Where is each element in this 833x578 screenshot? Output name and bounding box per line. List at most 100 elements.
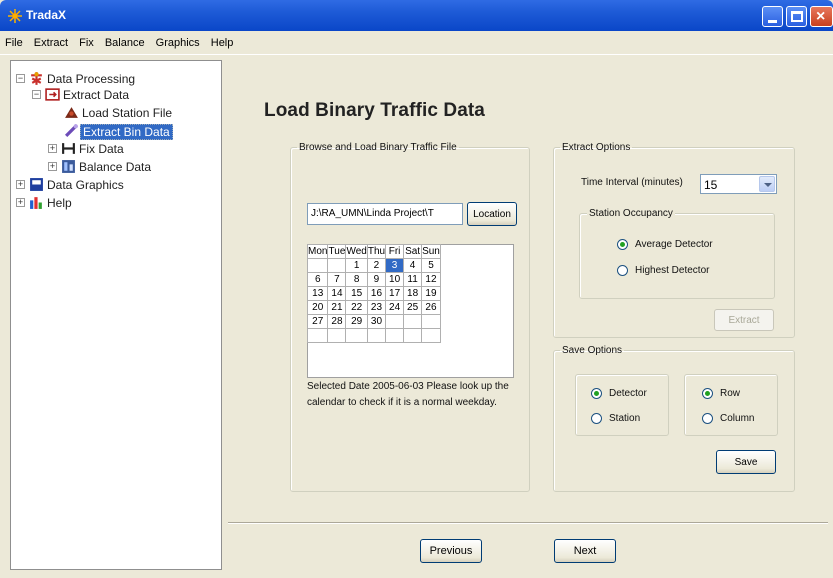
tree-item-label: Data Processing — [47, 72, 136, 86]
calendar[interactable]: Mon Tue Wed Thu Fri Sat Sun 1 2 3 4 5 6 7 8 9 10 1… — [306, 244, 441, 343]
calendar-day-cell[interactable] — [327, 328, 347, 343]
browse-group: Browse and Load Binary Traffic File J:\R… — [290, 142, 530, 492]
close-button[interactable]: × — [810, 6, 833, 27]
station-occupancy-group — [579, 213, 775, 299]
calendar-day-cell[interactable]: 24 — [385, 300, 405, 315]
calendar-day-header: Fri — [385, 244, 405, 259]
expand-icon[interactable]: + — [16, 180, 25, 189]
expand-icon[interactable]: + — [48, 162, 57, 171]
save-layout-group — [684, 374, 778, 436]
calendar-day-cell[interactable] — [385, 314, 405, 329]
calendar-day-cell[interactable]: 1 — [345, 258, 368, 273]
calendar-day-cell[interactable]: 6 — [306, 272, 329, 287]
save-button[interactable]: Save — [716, 450, 776, 474]
calendar-day-cell[interactable]: 29 — [345, 314, 368, 329]
help-icon — [30, 197, 42, 209]
collapse-icon[interactable]: − — [32, 90, 41, 99]
next-button[interactable]: Next — [554, 539, 616, 563]
calendar-day-cell[interactable] — [403, 328, 423, 343]
calendar-week-row: 20 21 22 23 24 25 26 — [306, 300, 441, 315]
collapse-icon[interactable]: − — [16, 74, 25, 83]
calendar-day-cell[interactable] — [345, 328, 368, 343]
menu-help[interactable]: Help — [211, 37, 234, 49]
calendar-day-cell[interactable]: 3 — [385, 258, 405, 273]
calendar-day-cell[interactable]: 19 — [421, 286, 441, 301]
tree-item-label: Balance Data — [79, 160, 152, 174]
main-content: Load Binary Traffic Data Browse and Load… — [228, 60, 828, 570]
menu-file[interactable]: File — [5, 37, 23, 49]
calendar-day-cell[interactable]: 2 — [366, 258, 387, 273]
menu-fix[interactable]: Fix — [79, 37, 94, 49]
calendar-day-cell[interactable] — [306, 258, 329, 273]
calendar-day-header: Tue — [327, 244, 347, 259]
calendar-day-cell[interactable]: 4 — [403, 258, 423, 273]
calendar-day-cell[interactable]: 10 — [385, 272, 405, 287]
calendar-day-cell[interactable] — [421, 314, 441, 329]
average-detector-label: Average Detector — [635, 239, 713, 250]
calendar-day-cell[interactable] — [403, 314, 423, 329]
calendar-week-row: 12345 — [306, 258, 441, 273]
calendar-day-cell[interactable]: 9 — [366, 272, 387, 287]
radio-unselected-icon — [702, 413, 713, 424]
minimize-icon — [768, 20, 777, 23]
calendar-day-cell[interactable]: 23 — [366, 300, 387, 315]
time-interval-label: Time Interval (minutes) — [581, 177, 683, 188]
extract-bin-icon — [65, 124, 78, 137]
calendar-day-cell[interactable]: 25 — [403, 300, 423, 315]
close-icon: × — [816, 8, 826, 25]
calendar-day-cell[interactable]: 20 — [306, 300, 329, 315]
menu-graphics[interactable]: Graphics — [156, 37, 200, 49]
location-button[interactable]: Location — [467, 202, 517, 226]
calendar-day-cell[interactable] — [421, 328, 441, 343]
tree-item-label: Extract Bin Data — [80, 124, 173, 140]
extract-options-group: Extract Options Time Interval (minutes) … — [553, 142, 795, 338]
calendar-day-cell[interactable] — [385, 328, 405, 343]
tree-item-label: Data Graphics — [47, 178, 124, 192]
station-occupancy-legend: Station Occupancy — [587, 208, 675, 219]
calendar-day-cell[interactable]: 21 — [327, 300, 347, 315]
calendar-day-cell[interactable]: 5 — [421, 258, 441, 273]
row-label: Row — [720, 388, 741, 399]
browse-group-legend: Browse and Load Binary Traffic File — [299, 142, 457, 153]
calendar-day-cell[interactable]: 26 — [421, 300, 441, 315]
time-interval-select[interactable]: 15 — [700, 174, 777, 194]
maximize-button[interactable] — [786, 6, 807, 27]
tree-item-label: Fix Data — [79, 142, 124, 156]
radio-unselected-icon — [617, 265, 628, 276]
calendar-day-cell[interactable]: 30 — [366, 314, 387, 329]
radio-selected-icon — [617, 239, 628, 250]
previous-button[interactable]: Previous — [420, 539, 482, 563]
calendar-day-cell[interactable]: 17 — [385, 286, 405, 301]
chevron-down-icon[interactable] — [759, 176, 775, 192]
calendar-day-cell[interactable]: 15 — [345, 286, 368, 301]
calendar-day-cell[interactable]: 8 — [345, 272, 368, 287]
file-path-input[interactable]: J:\RA_UMN\Linda Project\T — [307, 203, 463, 225]
calendar-day-cell[interactable]: 12 — [421, 272, 441, 287]
calendar-day-cell[interactable] — [306, 328, 329, 343]
fix-data-icon — [62, 143, 75, 154]
calendar-day-cell[interactable]: 22 — [345, 300, 368, 315]
calendar-day-cell[interactable]: 16 — [366, 286, 387, 301]
calendar-day-header: Mon — [306, 244, 329, 259]
calendar-day-cell[interactable]: 7 — [327, 272, 347, 287]
calendar-day-cell[interactable]: 27 — [306, 314, 329, 329]
calendar-day-cell[interactable]: 18 — [403, 286, 423, 301]
calendar-day-cell[interactable]: 14 — [327, 286, 347, 301]
calendar-day-cell[interactable] — [327, 258, 347, 273]
app-icon — [8, 9, 22, 23]
menu-bar: File Extract Fix Balance Graphics Help — [0, 31, 833, 55]
column-label: Column — [720, 413, 755, 424]
calendar-day-cell[interactable] — [366, 328, 387, 343]
menu-extract[interactable]: Extract — [34, 37, 68, 49]
calendar-day-cell[interactable]: 11 — [403, 272, 423, 287]
calendar-day-cell[interactable]: 13 — [306, 286, 329, 301]
expand-icon[interactable]: + — [48, 144, 57, 153]
selected-date-info: Selected Date 2005-06-03 Please look up … — [307, 381, 509, 408]
radio-selected-icon — [702, 388, 713, 399]
expand-icon[interactable]: + — [16, 198, 25, 207]
extract-button[interactable]: Extract — [714, 309, 774, 331]
minimize-button[interactable] — [762, 6, 783, 27]
extract-options-legend: Extract Options — [562, 142, 631, 153]
menu-balance[interactable]: Balance — [105, 37, 145, 49]
calendar-day-cell[interactable]: 28 — [327, 314, 347, 329]
